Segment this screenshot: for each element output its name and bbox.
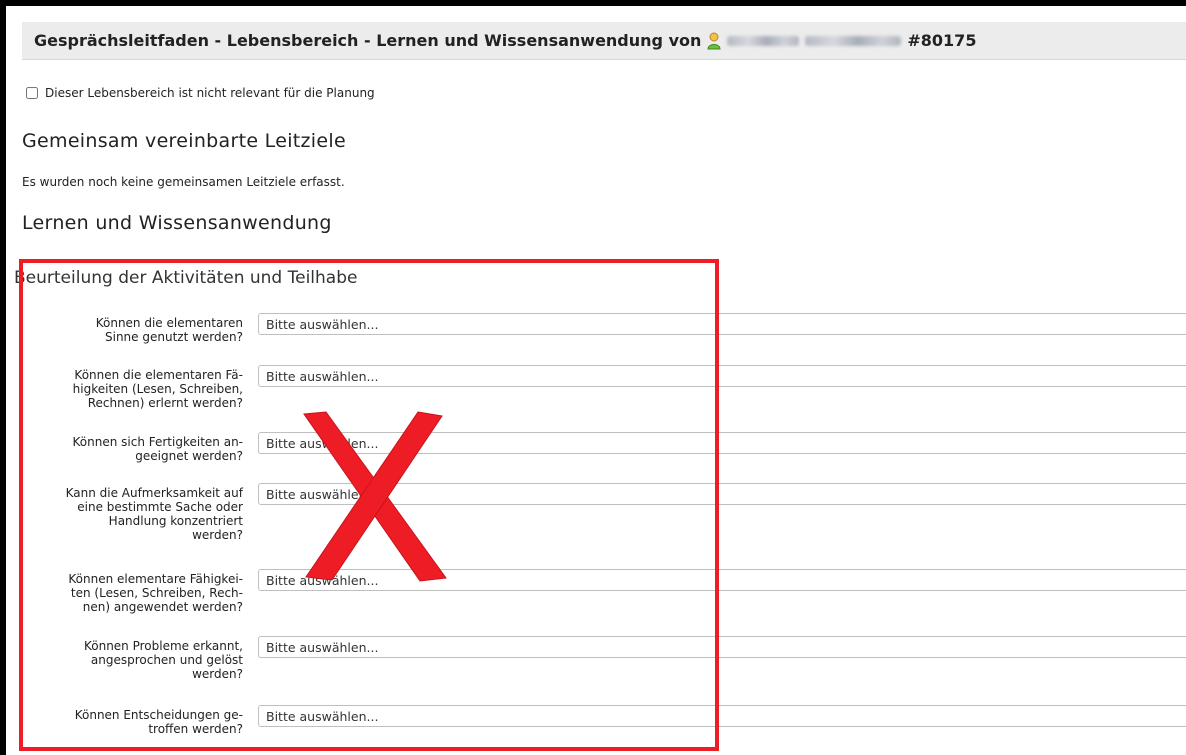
shared-goals-empty-text: Es wurden noch keine gemeinsamen Leitzie… bbox=[22, 175, 345, 189]
not-relevant-option[interactable]: Dieser Lebensbereich ist nicht relevant … bbox=[26, 86, 375, 100]
assessment-select[interactable]: Bitte auswählen... bbox=[258, 313, 1186, 335]
assessment-heading: Beurteilung der Aktivitäten und Teilhabe bbox=[14, 268, 358, 288]
question-label: Können sich Fertigkeiten an- geeignet we… bbox=[72, 435, 243, 463]
assessment-select[interactable]: Bitte auswählen... bbox=[258, 569, 1186, 591]
client-id: #80175 bbox=[907, 31, 977, 50]
question-label: Können Entscheidungen ge- troffen werden… bbox=[74, 708, 243, 736]
assessment-select[interactable]: Bitte auswählen... bbox=[258, 705, 1186, 727]
assessment-select[interactable]: Bitte auswählen... bbox=[258, 636, 1186, 658]
question-label: Können die elementaren Sinne genutzt wer… bbox=[95, 316, 243, 344]
redacted-client-name bbox=[727, 35, 800, 46]
question-label: Können die elementaren Fä- higkeiten (Le… bbox=[72, 368, 243, 410]
assessment-select[interactable]: Bitte auswählen... bbox=[258, 483, 1186, 505]
page-title-bar: Gesprächsleitfaden - Lebensbereich - Ler… bbox=[22, 22, 1186, 60]
shared-goals-heading: Gemeinsam vereinbarte Leitziele bbox=[22, 130, 346, 152]
not-relevant-checkbox[interactable] bbox=[26, 87, 38, 99]
redacted-client-details bbox=[805, 35, 902, 46]
question-label: Können elementare Fähigkei- ten (Lesen, … bbox=[68, 572, 243, 614]
page-title: Gesprächsleitfaden - Lebensbereich - Ler… bbox=[34, 31, 702, 50]
assessment-select[interactable]: Bitte auswählen... bbox=[258, 432, 1186, 454]
person-icon bbox=[707, 32, 721, 50]
question-label: Können Probleme erkannt, angesprochen un… bbox=[83, 639, 243, 681]
not-relevant-label: Dieser Lebensbereich ist nicht relevant … bbox=[45, 86, 375, 100]
area-heading: Lernen und Wissensanwendung bbox=[22, 212, 332, 234]
page-frame: Gesprächsleitfaden - Lebensbereich - Ler… bbox=[6, 6, 1186, 755]
assessment-select[interactable]: Bitte auswählen... bbox=[258, 365, 1186, 387]
question-label: Kann die Aufmerksamkeit auf eine bestimm… bbox=[65, 486, 243, 542]
assessment-section: Beurteilung der Aktivitäten und Teilhabe… bbox=[14, 256, 1186, 755]
